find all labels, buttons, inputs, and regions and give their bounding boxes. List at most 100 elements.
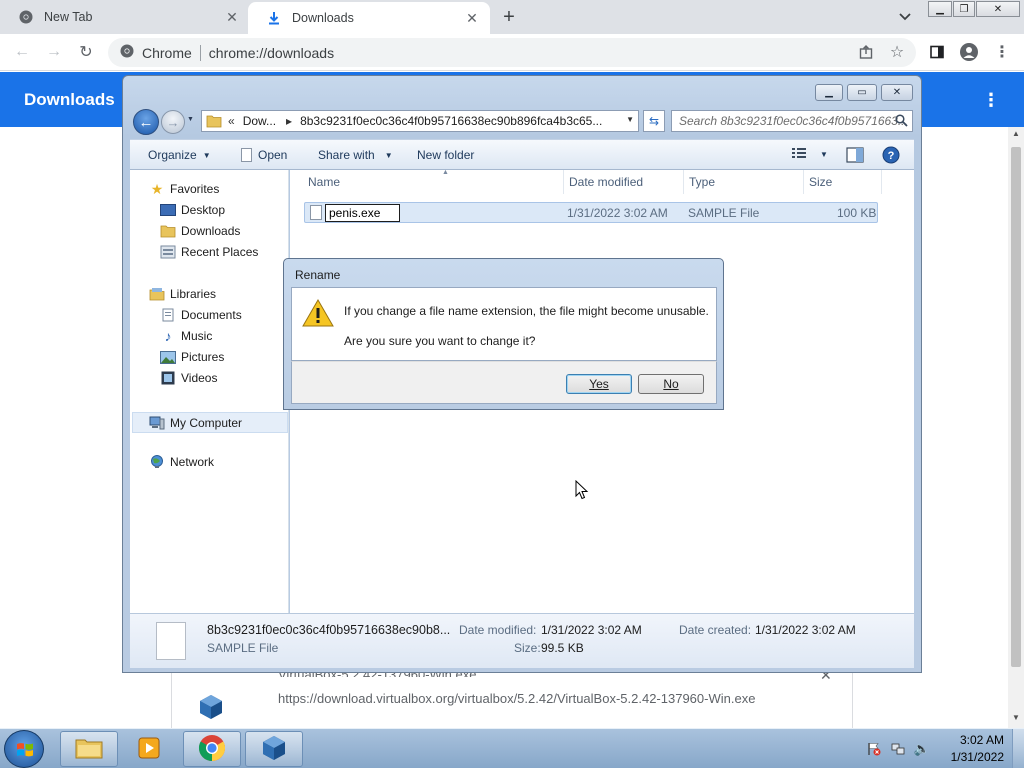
nav-documents[interactable]: Documents (160, 308, 242, 322)
tab-strip: New Tab ✕ Downloads ✕ + ▁ ❐ ✕ (0, 0, 1024, 34)
chrome-icon (120, 44, 134, 61)
column-size[interactable]: Size (803, 170, 882, 194)
nav-network[interactable]: Network (149, 455, 214, 469)
network-icon[interactable] (891, 742, 905, 756)
scroll-down-icon[interactable]: ▼ (1012, 713, 1020, 722)
nav-pictures[interactable]: Pictures (160, 350, 224, 364)
rename-input[interactable]: penis.exe (325, 204, 400, 222)
new-folder-button[interactable]: New folder (417, 148, 474, 162)
minimize-button[interactable]: ▁ (928, 1, 952, 17)
chevron-down-icon[interactable] (896, 8, 914, 26)
minimize-button[interactable]: ▁ (815, 84, 843, 101)
new-tab-button[interactable]: + (498, 6, 520, 28)
back-arrow-icon[interactable]: ← (10, 40, 34, 64)
view-details-icon (792, 147, 808, 162)
views-button[interactable]: ▼ (792, 147, 828, 162)
share-icon[interactable] (856, 42, 876, 62)
sort-ascending-icon: ▲ (442, 169, 449, 176)
back-arrow-icon[interactable]: ← (133, 109, 159, 135)
profile-avatar-icon[interactable] (959, 42, 979, 62)
search-icon[interactable] (895, 114, 908, 130)
forward-arrow-icon[interactable]: → (42, 40, 66, 64)
computer-icon (149, 416, 165, 430)
nav-label: Recent Places (181, 245, 259, 259)
nav-my-computer[interactable]: My Computer (132, 412, 288, 433)
file-icon (156, 622, 186, 660)
pictures-icon (160, 350, 176, 364)
close-window-button[interactable]: ✕ (976, 1, 1020, 17)
clock-time: 3:02 AM (959, 733, 1004, 747)
nav-recent-places[interactable]: Recent Places (160, 245, 258, 259)
tab-new-tab[interactable]: New Tab ✕ (0, 0, 250, 34)
start-button[interactable] (4, 730, 44, 768)
scroll-up-icon[interactable]: ▲ (1012, 129, 1020, 138)
refresh-icon[interactable]: ⇆ (643, 110, 665, 132)
yes-button[interactable]: Yes (566, 374, 632, 394)
details-date-modified: 1/31/2022 3:02 AM (541, 623, 642, 637)
open-button[interactable]: Open (241, 148, 287, 162)
dialog-footer: Yes No (291, 361, 717, 404)
nav-downloads[interactable]: Downloads (160, 224, 240, 238)
close-window-button[interactable]: ✕ (881, 84, 913, 101)
bookmark-star-icon[interactable]: ☆ (887, 42, 907, 62)
nav-favorites[interactable]: ★ Favorites (149, 181, 220, 197)
preview-pane-icon[interactable] (846, 147, 864, 163)
address-bar[interactable]: Chrome chrome://downloads (108, 38, 916, 67)
column-date-modified[interactable]: Date modified (563, 170, 684, 194)
nav-music[interactable]: ♪ Music (160, 328, 213, 344)
nav-label: Network (170, 455, 215, 469)
download-item: VirtualBox-5.2.42-137960-Win.exe https:/… (171, 667, 853, 728)
download-url[interactable]: https://download.virtualbox.org/virtualb… (278, 691, 755, 706)
details-size-label: Size: (514, 641, 541, 655)
organize-button[interactable]: Organize ▼ (148, 148, 211, 162)
action-center-flag-icon[interactable] (867, 742, 881, 756)
side-panel-icon[interactable] (927, 42, 947, 62)
nav-libraries[interactable]: Libraries (149, 287, 216, 301)
no-button[interactable]: No (638, 374, 704, 394)
recent-pages-dropdown-icon[interactable]: ▼ (187, 116, 194, 123)
column-name[interactable]: Name ▲ (302, 169, 564, 194)
explorer-address-bar[interactable]: « Dow... ▸ 8b3c9231f0ec0c36c4f0b95716638… (201, 110, 639, 132)
maximize-button[interactable]: ▭ (847, 84, 877, 101)
dialog-body: If you change a file name extension, the… (291, 287, 717, 361)
page-scrollbar[interactable]: ▲ ▼ (1008, 127, 1024, 728)
tab-downloads[interactable]: Downloads ✕ (248, 2, 490, 34)
scrollbar-thumb[interactable] (1011, 147, 1021, 667)
taskbar-chrome[interactable] (183, 731, 241, 767)
taskbar-media-player[interactable] (121, 731, 179, 767)
explorer-search-input[interactable]: Search 8b3c9231f0ec0c36c4f0b9571663... (671, 110, 913, 132)
mouse-cursor-icon (575, 479, 589, 500)
documents-icon (160, 308, 176, 322)
volume-icon[interactable]: 🔈 (914, 741, 930, 756)
taskbar-explorer[interactable] (60, 731, 118, 767)
show-desktop-button[interactable] (1012, 729, 1024, 768)
chevron-down-icon: ▼ (202, 150, 211, 160)
browser-toolbar: ← → ↻ Chrome chrome://downloads ☆ ⋮ (0, 34, 1024, 71)
taskbar-virtualbox[interactable] (245, 731, 303, 767)
chevron-down-icon[interactable]: ▼ (626, 115, 634, 124)
breadcrumb-current-folder[interactable]: 8b3c9231f0ec0c36c4f0b95716638ec90b896fca… (300, 114, 602, 128)
column-type[interactable]: Type (683, 170, 804, 194)
forward-arrow-icon[interactable]: → (161, 110, 185, 134)
nav-videos[interactable]: Videos (160, 371, 217, 385)
details-type: SAMPLE File (207, 641, 279, 655)
file-icon (310, 205, 322, 220)
nav-desktop[interactable]: Desktop (160, 203, 225, 217)
restore-button[interactable]: ❐ (953, 1, 975, 17)
reload-icon[interactable]: ↻ (74, 40, 98, 64)
clock[interactable]: 3:02 AM 1/31/2022 (951, 732, 1004, 766)
more-menu-icon[interactable]: ⋮ (982, 90, 1000, 111)
folder-icon (206, 114, 222, 128)
close-tab-icon[interactable]: ✕ (224, 9, 240, 25)
share-with-button[interactable]: Share with ▼ (318, 148, 393, 162)
close-tab-icon[interactable]: ✕ (464, 10, 480, 26)
nav-label: Pictures (181, 350, 225, 364)
help-icon[interactable]: ? (882, 146, 900, 164)
more-menu-icon[interactable]: ⋮ (992, 42, 1012, 62)
details-size: 99.5 KB (541, 641, 584, 655)
details-date-modified-label: Date modified: (459, 623, 537, 637)
nav-label: Favorites (170, 182, 220, 196)
breadcrumb-overflow[interactable]: « (228, 114, 235, 128)
file-row[interactable]: penis.exe 1/31/2022 3:02 AM SAMPLE File … (304, 202, 878, 223)
breadcrumb-downloads[interactable]: Dow... (243, 114, 276, 128)
